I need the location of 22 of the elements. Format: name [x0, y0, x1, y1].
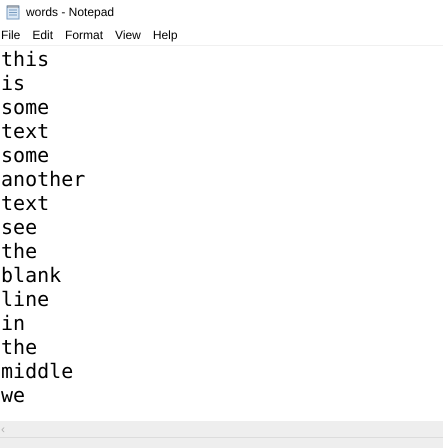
text-line: the: [1, 335, 38, 359]
text-line: another: [1, 167, 86, 191]
text-line: some: [1, 95, 50, 119]
text-line: line: [1, 287, 50, 311]
text-line: the: [1, 239, 38, 263]
notepad-icon: [5, 4, 21, 20]
text-line: we: [1, 383, 26, 407]
menu-item[interactable]: Edit: [26, 26, 60, 44]
window-title: words - Notepad: [26, 4, 114, 21]
text-line: is: [1, 71, 26, 95]
menu-item[interactable]: View: [109, 26, 147, 44]
text-line: text: [1, 191, 50, 215]
text-line: this: [1, 47, 50, 71]
text-line: middle: [1, 359, 74, 383]
menu-item[interactable]: Help: [146, 26, 184, 44]
menu-item[interactable]: File: [1, 26, 26, 44]
text-line: see: [1, 215, 38, 239]
text-line: text: [1, 119, 50, 143]
text-line: blank: [1, 263, 62, 287]
menu-item[interactable]: Format: [59, 26, 110, 44]
text-line: some: [1, 143, 50, 167]
text-line: in: [1, 311, 26, 335]
